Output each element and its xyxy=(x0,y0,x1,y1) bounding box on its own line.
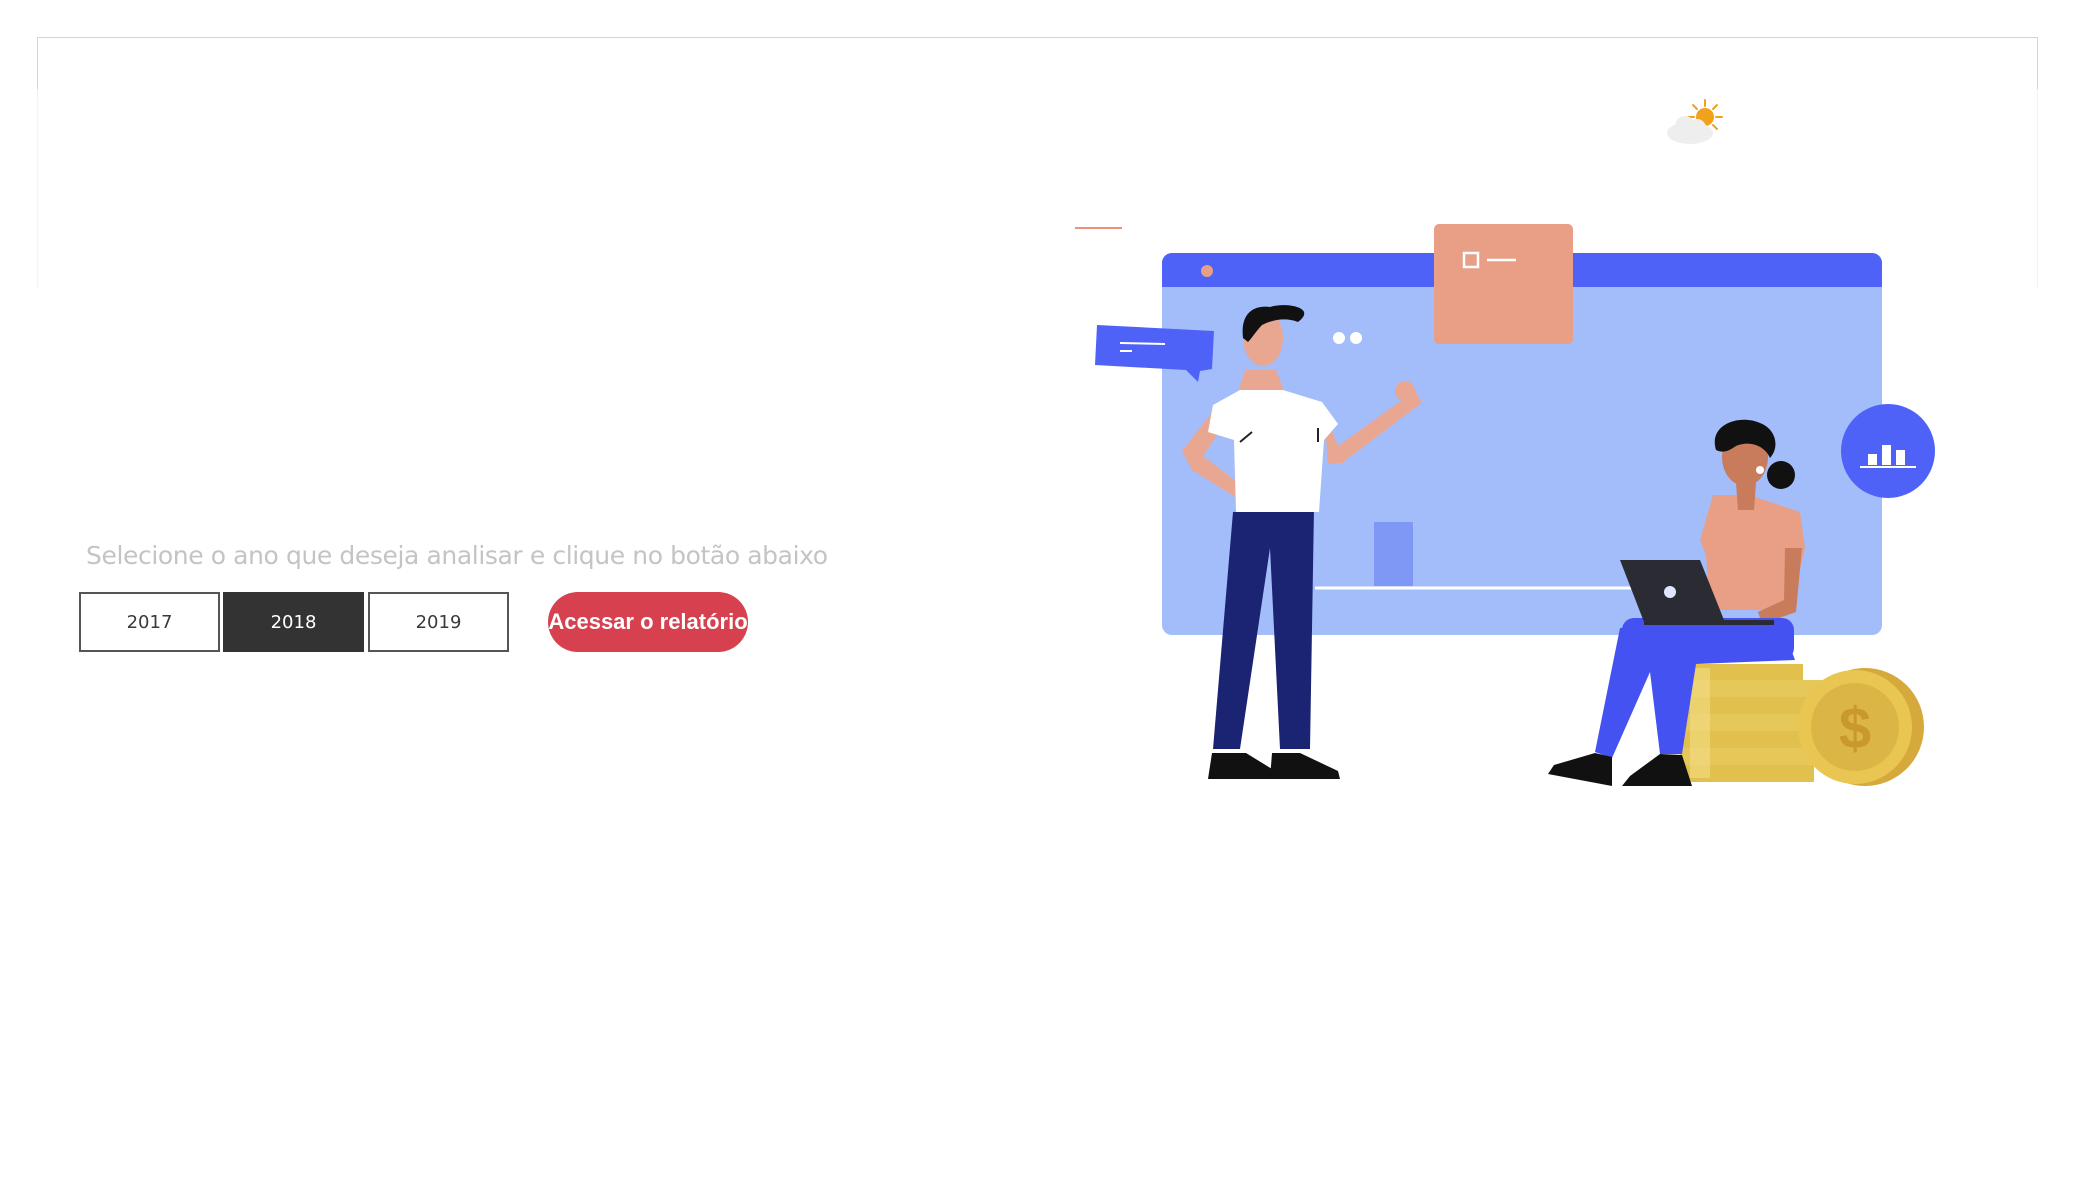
year-button-2019[interactable]: 2019 xyxy=(368,592,509,652)
speech-bubble-icon xyxy=(1095,325,1214,382)
year-button-2018[interactable]: 2018 xyxy=(223,592,364,652)
info-card-graphic xyxy=(1434,224,1573,344)
instruction-text: Selecione o ano que deseja analisar e cl… xyxy=(86,541,828,570)
bar-chart-icon xyxy=(1841,404,1935,498)
weather-sun-cloud-icon xyxy=(1667,99,1723,144)
business-analytics-illustration: $ xyxy=(1075,99,1935,786)
panel-frame xyxy=(37,37,2038,89)
year-button-2017[interactable]: 2017 xyxy=(79,592,220,652)
svg-text:$: $ xyxy=(1839,696,1871,761)
report-landing-page: Selecione o ano que deseja analisar e cl… xyxy=(0,0,2075,1200)
access-report-button[interactable]: Acessar o relatório xyxy=(548,592,748,652)
dollar-coin-icon: $ xyxy=(1798,668,1924,786)
